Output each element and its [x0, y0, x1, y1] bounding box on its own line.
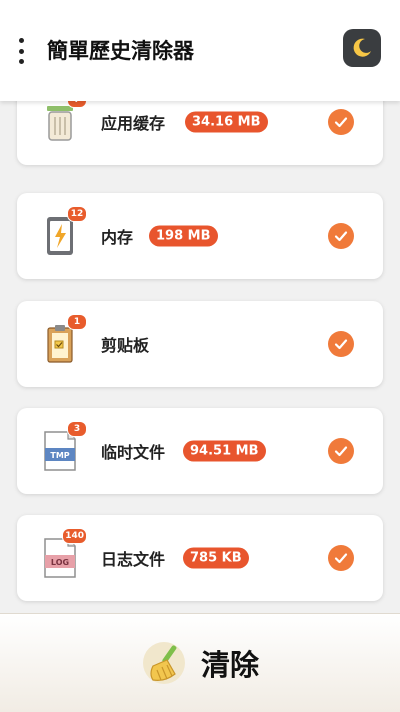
count-badge: 1 [67, 314, 87, 330]
night-mode-button[interactable] [343, 29, 381, 67]
checkmark-icon [334, 231, 348, 242]
checkbox-checked[interactable] [328, 331, 354, 357]
log-icon-text: LOG [51, 558, 69, 567]
list-item-memory[interactable]: 12 内存 198 MB [17, 193, 383, 279]
list-item-clipboard[interactable]: 1 剪贴板 [17, 301, 383, 387]
list-item-temp-files[interactable]: TMP 3 临时文件 94.51 MB [17, 408, 383, 494]
phone-battery-icon: 12 [41, 206, 87, 258]
menu-dot [18, 38, 24, 43]
checkmark-icon [334, 446, 348, 457]
checkbox-checked[interactable] [328, 223, 354, 249]
clean-button-label: 清除 [200, 648, 259, 682]
tmp-icon-text: TMP [50, 451, 69, 460]
item-label: 日志文件 [101, 550, 166, 569]
size-badge: 34.16 MB [185, 111, 268, 133]
checkmark-icon [334, 117, 348, 128]
count-badge: 140 [62, 528, 87, 544]
checkmark-icon [334, 339, 348, 350]
broom-icon [142, 642, 185, 684]
count-badge: 12 [67, 206, 87, 222]
size-badge: 94.51 MB [183, 440, 266, 462]
more-menu-button[interactable] [12, 38, 30, 64]
checkbox-checked[interactable] [328, 438, 354, 464]
size-badge: 198 MB [149, 225, 218, 247]
checkbox-checked[interactable] [328, 545, 354, 571]
app-bar: 簡單歷史清除器 [0, 0, 400, 101]
item-label: 临时文件 [101, 443, 166, 462]
menu-dot [18, 59, 24, 64]
checkmark-icon [334, 553, 348, 564]
clipboard-icon: 1 [41, 314, 87, 366]
clean-button[interactable]: 清除 [0, 613, 400, 712]
menu-dot [18, 48, 24, 54]
tmp-file-icon: TMP 3 [41, 421, 87, 473]
moon-icon [353, 38, 371, 57]
trash-icon: 7 [41, 101, 87, 144]
list-item-app-cache[interactable]: 7 应用缓存 34.16 MB [17, 101, 383, 165]
size-badge: 785 KB [183, 547, 249, 569]
checkbox-checked[interactable] [328, 109, 354, 135]
item-label: 剪贴板 [101, 336, 150, 355]
item-label: 应用缓存 [101, 114, 166, 133]
app-title: 簡單歷史清除器 [47, 39, 194, 63]
clean-items-list[interactable]: 7 应用缓存 34.16 MB 12 内存 198 MB [0, 101, 400, 613]
item-label: 内存 [101, 228, 134, 247]
log-file-icon: LOG 140 [41, 528, 87, 580]
count-badge: 7 [67, 101, 87, 108]
list-item-log-files[interactable]: LOG 140 日志文件 785 KB [17, 515, 383, 601]
count-badge: 3 [67, 421, 87, 437]
